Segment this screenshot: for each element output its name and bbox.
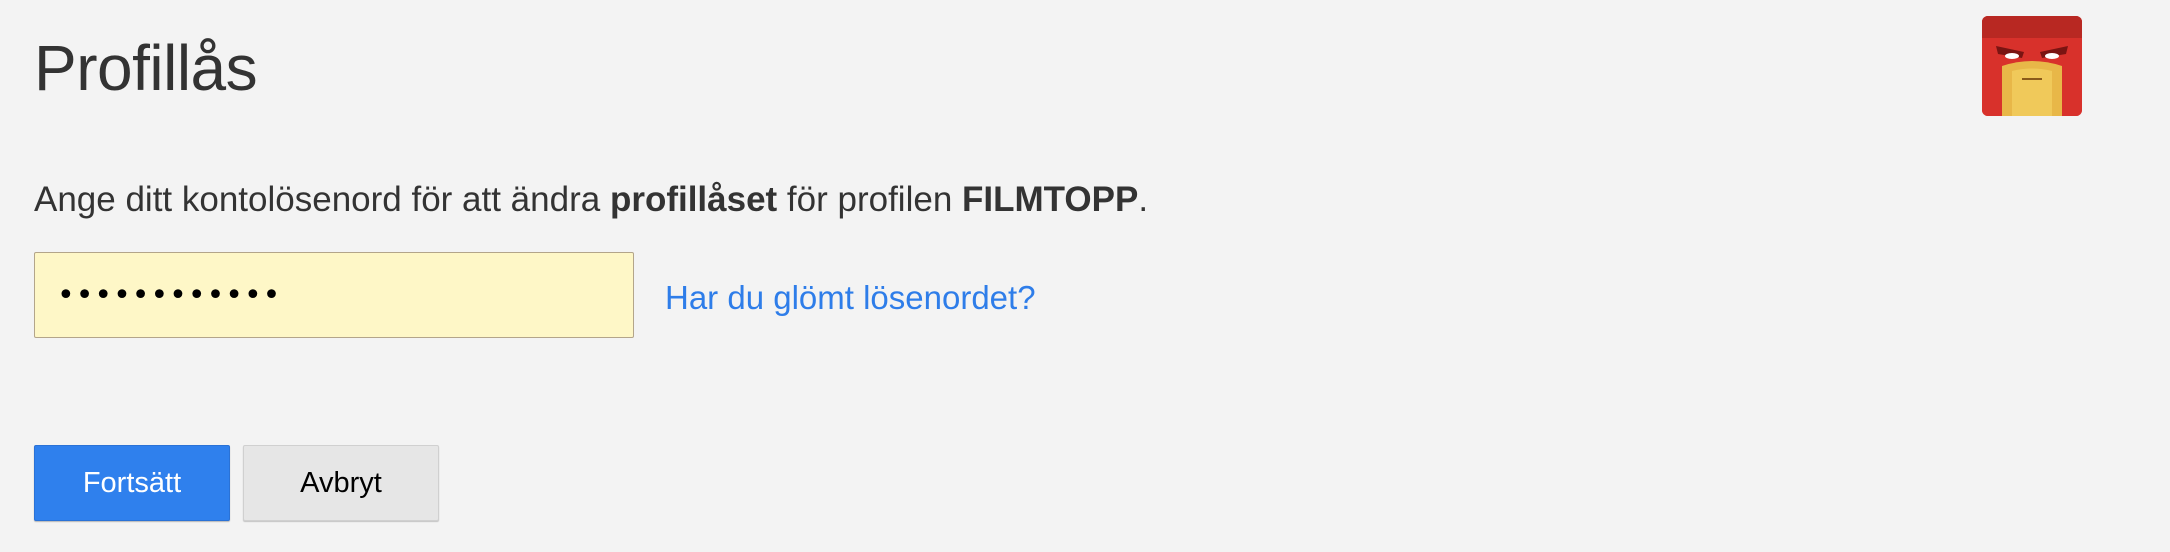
instruction-emphasis-lock: profillåset — [609, 180, 778, 219]
instruction-profile-name: FILMTOPP — [962, 180, 1139, 219]
instruction-text: Ange ditt kontolösenord för att ändra pr… — [34, 176, 1148, 224]
instruction-suffix: . — [1138, 180, 1149, 219]
forgot-password-link[interactable]: Har du glömt lösenordet? — [665, 276, 1036, 320]
cancel-button[interactable]: Avbryt — [243, 445, 439, 521]
page-title: Profillås — [34, 32, 258, 104]
instruction-prefix: Ange ditt kontolösenord för att ändra — [34, 180, 610, 219]
profile-avatar[interactable] — [1982, 16, 2082, 116]
password-input[interactable] — [34, 252, 634, 338]
continue-button[interactable]: Fortsätt — [34, 445, 230, 521]
angry-face-icon — [1982, 16, 2082, 116]
instruction-middle: för profilen — [777, 180, 963, 219]
